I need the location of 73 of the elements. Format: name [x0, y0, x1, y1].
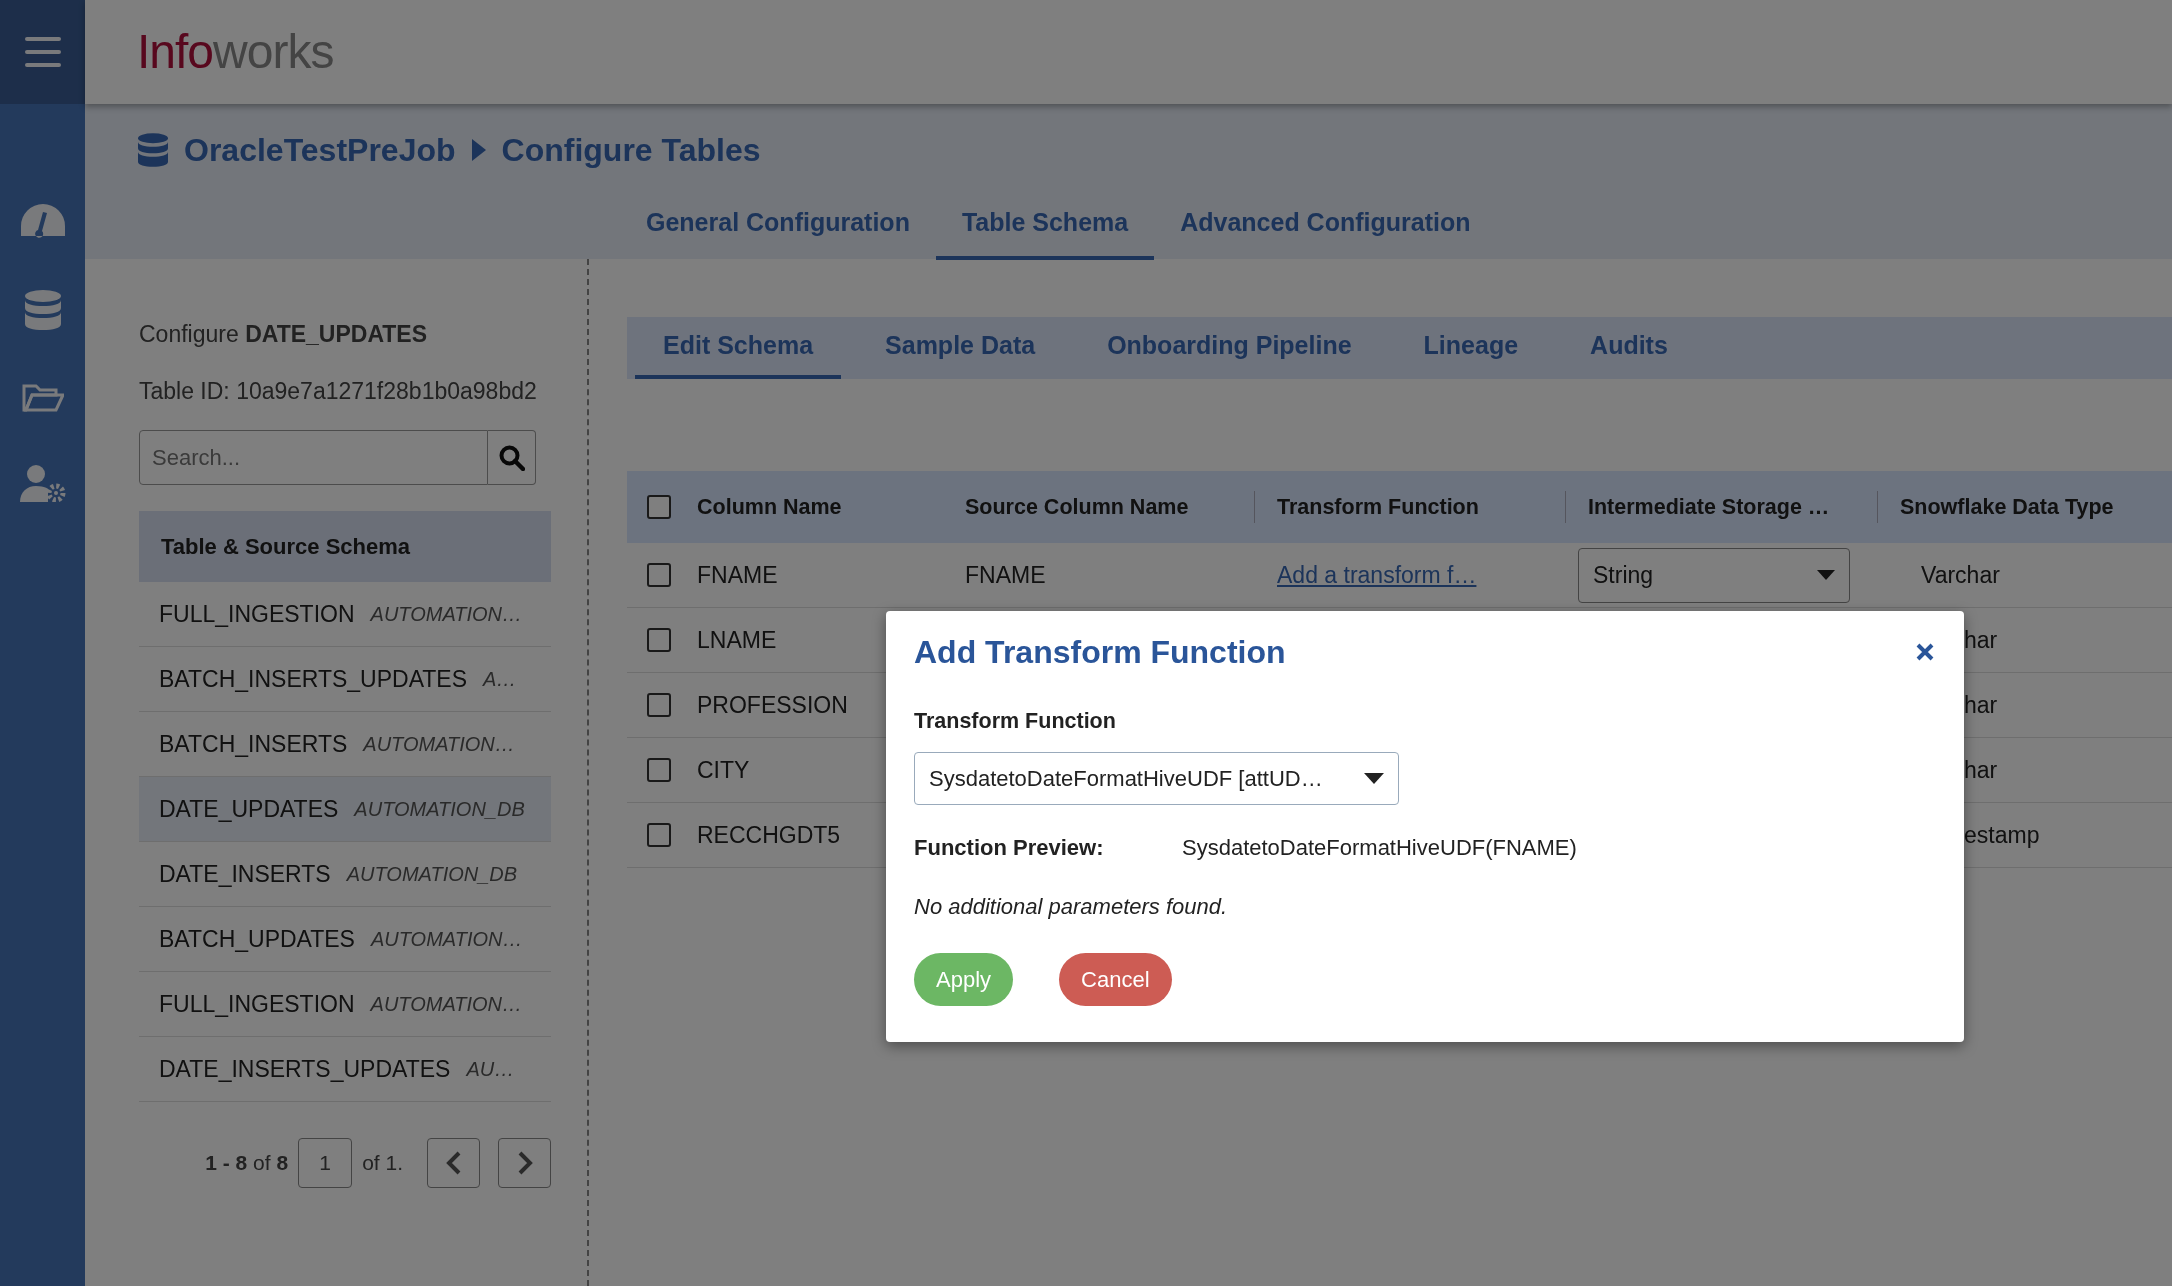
cancel-button[interactable]: Cancel — [1059, 952, 1172, 1006]
tab[interactable]: Table Schema — [935, 188, 1155, 260]
table-list-item[interactable]: DATE_UPDATES AUTOMATION_DB — [139, 777, 551, 842]
caret-down-icon — [1817, 570, 1835, 580]
table-list-item[interactable]: DATE_INSERTS AUTOMATION_DB — [139, 842, 551, 907]
table-list-item[interactable]: FULL_INGESTION AUTOMATION… — [139, 582, 551, 647]
table-cell: Varchar — [1921, 561, 2000, 588]
database-icon[interactable] — [24, 290, 61, 330]
user-gear-icon[interactable] — [19, 464, 66, 502]
tab[interactable]: Audits — [1562, 317, 1696, 379]
row-checkbox[interactable] — [647, 693, 671, 717]
preview-value: SysdatetoDateFormatHiveUDF(FNAME) — [1182, 833, 1577, 862]
row-checkbox[interactable] — [647, 823, 671, 847]
caret-down-icon — [1364, 772, 1384, 784]
chevron-right-icon — [516, 1151, 533, 1175]
table-list-item[interactable]: BATCH_UPDATES AUTOMATION… — [139, 907, 551, 972]
apply-button[interactable]: Apply — [914, 952, 1014, 1006]
dialog-title: Add Transform Function — [914, 633, 1286, 672]
table-cell: har — [1964, 626, 1998, 653]
page-total: of 1. — [362, 1150, 403, 1177]
previous-page-button[interactable] — [427, 1138, 480, 1188]
tab[interactable]: Onboarding Pipeline — [1079, 317, 1380, 379]
breadcrumb-link[interactable]: OracleTestPreJob — [184, 126, 456, 174]
column-header: Transform Function — [1255, 490, 1566, 524]
tab[interactable]: Edit Schema — [635, 317, 842, 379]
search-field[interactable]: Search... — [139, 430, 488, 485]
table-cell-text: RECCHGDT5 — [697, 820, 841, 850]
list-header: Table & Source Schema — [139, 511, 551, 582]
menu-icon[interactable] — [24, 37, 61, 67]
row-checkbox[interactable] — [647, 628, 671, 652]
tab[interactable]: Advanced Configuration — [1154, 188, 1497, 260]
field-label: Transform Function — [914, 708, 1117, 736]
table-cell-text: PROFESSION — [697, 690, 848, 720]
column-header: Intermediate Storage … — [1566, 490, 1878, 524]
transform-link[interactable]: Add a transform f… — [1277, 561, 1477, 588]
tab[interactable]: Lineage — [1395, 317, 1547, 379]
configure-heading: Configure DATE_UPDATES — [139, 320, 428, 349]
preview-label: Function Preview: — [914, 833, 1105, 862]
storage-dropdown[interactable]: String — [1578, 547, 1850, 603]
tab[interactable]: General Configuration — [620, 188, 936, 260]
next-page-button[interactable] — [498, 1138, 551, 1188]
app-logo: Infoworks — [137, 24, 334, 80]
search-icon — [498, 444, 525, 471]
caret-right-icon — [471, 139, 486, 161]
column-header: Source Column Name — [943, 490, 1255, 524]
database-icon — [138, 133, 168, 167]
row-checkbox[interactable] — [647, 563, 671, 587]
gauge-icon[interactable] — [20, 204, 65, 238]
table-id: Table ID: 10a9e7a1271f28b1b0a98bd2 — [139, 376, 538, 406]
row-checkbox[interactable] — [647, 758, 671, 782]
tab[interactable]: Sample Data — [857, 317, 1064, 379]
table-list-item[interactable]: BATCH_INSERTS_UPDATES A… — [139, 647, 551, 712]
column-header: Column Name — [697, 493, 842, 521]
column-header: Snowflake Data Type — [1899, 493, 2115, 521]
table-list-item[interactable]: DATE_INSERTS_UPDATES AU… — [139, 1037, 551, 1102]
select-all-checkbox[interactable] — [647, 495, 671, 519]
info-text: No additional parameters found. — [914, 892, 1229, 921]
page-range: 1 - 8 of 8 — [205, 1150, 289, 1177]
close-icon — [1916, 642, 1934, 661]
table-cell: estamp — [1964, 821, 2040, 848]
table-cell: har — [1964, 756, 1998, 783]
table-cell-text: FNAME — [697, 560, 778, 590]
page-title: Configure Tables — [501, 131, 761, 170]
search-button[interactable] — [488, 430, 536, 485]
page-field[interactable]: 1 — [298, 1138, 353, 1188]
table-cell-text: FNAME — [964, 560, 1047, 590]
table-cell: har — [1964, 691, 1998, 718]
function-dropdown[interactable]: SysdatetoDateFormatHiveUDF [attUD… — [914, 751, 1399, 805]
table-list-item[interactable]: FULL_INGESTION AUTOMATION… — [139, 972, 551, 1037]
table-cell-text: CITY — [697, 755, 750, 785]
folder-icon[interactable] — [21, 382, 64, 412]
table-cell-text: LNAME — [697, 625, 777, 655]
chevron-left-icon — [445, 1151, 462, 1175]
